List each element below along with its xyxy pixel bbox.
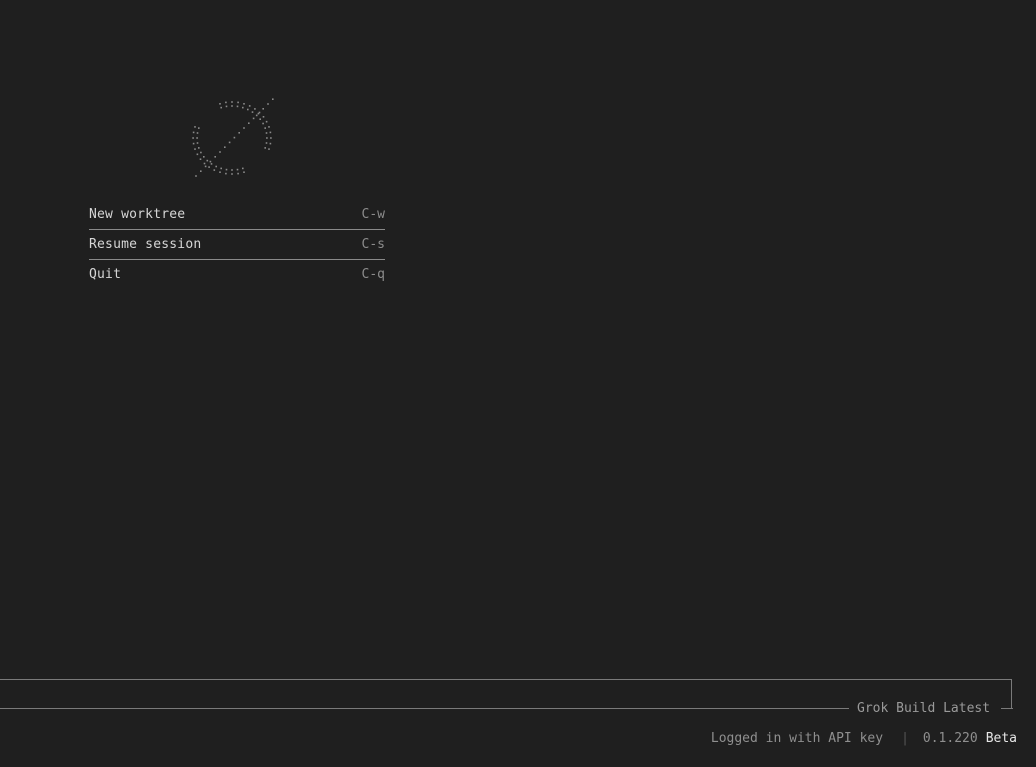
menu-item-new-worktree[interactable]: New worktree C-w <box>89 200 385 230</box>
logo-dot <box>255 114 258 117</box>
logo-dot <box>268 148 270 150</box>
logo-dot <box>231 101 233 103</box>
logo-dot <box>204 165 207 168</box>
logo-dot <box>200 151 202 154</box>
logo-dot <box>192 142 195 145</box>
logo-dot <box>192 131 195 134</box>
logo-dot <box>213 169 216 171</box>
logo-dot <box>198 127 200 129</box>
logo-dot <box>219 171 221 173</box>
input-bottom-border-end <box>1001 708 1013 709</box>
grok-logo-icon <box>186 94 284 180</box>
logo-dot <box>231 105 233 107</box>
logo-dot <box>225 101 227 104</box>
menu-item-label: New worktree <box>89 207 186 222</box>
logo-dot <box>243 103 245 105</box>
menu-item-shortcut: C-s <box>361 237 385 252</box>
logo-dot <box>259 118 261 120</box>
logo-dot <box>265 142 268 144</box>
logo-dot <box>264 147 266 149</box>
logo-dot <box>269 131 272 134</box>
logo-dot <box>219 151 221 153</box>
menu-item-shortcut: C-w <box>361 207 385 222</box>
logo-dot <box>194 148 196 150</box>
logo-dot <box>268 126 270 128</box>
logo-dot <box>196 142 199 144</box>
logo-dot <box>220 106 222 109</box>
logo-dot <box>206 159 209 162</box>
logo-dot <box>265 120 268 123</box>
version-label: 0.1.220 <box>922 731 978 746</box>
logo-dot <box>236 168 239 171</box>
logo-dot <box>225 168 228 171</box>
logo-dot <box>247 108 249 111</box>
logo-dot <box>225 105 228 108</box>
logo-dot <box>251 111 254 113</box>
logo-dot <box>196 137 198 139</box>
logo-dot <box>254 108 256 110</box>
logo-dot <box>228 141 231 144</box>
status-bar: Logged in with API key | 0.1.220 Beta <box>711 731 1017 746</box>
logo-dot <box>196 153 199 156</box>
logo-dot <box>236 105 239 108</box>
logo-dot <box>203 156 205 158</box>
logo-dot <box>272 98 274 100</box>
channel-badge: Beta <box>985 731 1017 746</box>
logo-dot <box>200 170 202 172</box>
logo-dot <box>231 173 233 175</box>
logo-dot <box>196 132 199 134</box>
logo-dot <box>248 105 251 107</box>
menu-item-quit[interactable]: Quit C-q <box>89 260 385 289</box>
logo-dot <box>192 137 194 139</box>
logo-dot <box>237 172 239 175</box>
logo-dot <box>262 122 264 125</box>
logo-dot <box>257 112 260 115</box>
logo-dot <box>210 163 213 165</box>
auth-status: Logged in with API key <box>710 731 884 746</box>
status-separator: | <box>901 731 909 746</box>
logo-dot <box>238 132 240 134</box>
logo-dot <box>214 156 216 158</box>
logo-dot <box>237 101 239 104</box>
logo-dot <box>269 142 272 145</box>
menu-item-label: Resume session <box>89 237 202 252</box>
logo-dot <box>198 147 200 149</box>
menu-item-shortcut: C-q <box>361 267 385 282</box>
logo-dot <box>243 127 245 129</box>
logo-dot <box>242 167 244 170</box>
logo-dot <box>199 158 202 160</box>
logo-dot <box>270 137 272 139</box>
logo-dot <box>265 132 268 134</box>
logo-dot <box>252 117 255 120</box>
logo-dot <box>224 146 226 148</box>
logo-dot <box>242 106 244 109</box>
menu-item-label: Quit <box>89 267 122 282</box>
logo-dot <box>208 166 210 168</box>
logo-dot <box>266 137 268 139</box>
logo-dot <box>231 169 233 171</box>
logo-dot <box>262 116 265 118</box>
logo-dot <box>195 175 197 177</box>
logo-dot <box>215 165 217 168</box>
logo-dot <box>233 136 236 139</box>
model-selector[interactable]: Grok Build Latest <box>857 701 990 716</box>
input-bottom-border <box>0 708 849 709</box>
menu-item-resume-session[interactable]: Resume session C-s <box>89 230 385 260</box>
logo-dot <box>220 167 222 170</box>
logo-dot <box>209 160 212 163</box>
logo-dot <box>219 103 221 105</box>
logo-dot <box>243 171 245 173</box>
logo-dot <box>264 127 266 129</box>
logo-dot <box>267 103 269 105</box>
logo-dot <box>262 108 264 110</box>
logo-dot <box>225 172 227 175</box>
logo-dot <box>194 126 196 128</box>
start-menu: New worktree C-w Resume session C-s Quit… <box>89 200 385 289</box>
logo-dot <box>203 162 206 165</box>
logo-dot <box>248 122 250 124</box>
